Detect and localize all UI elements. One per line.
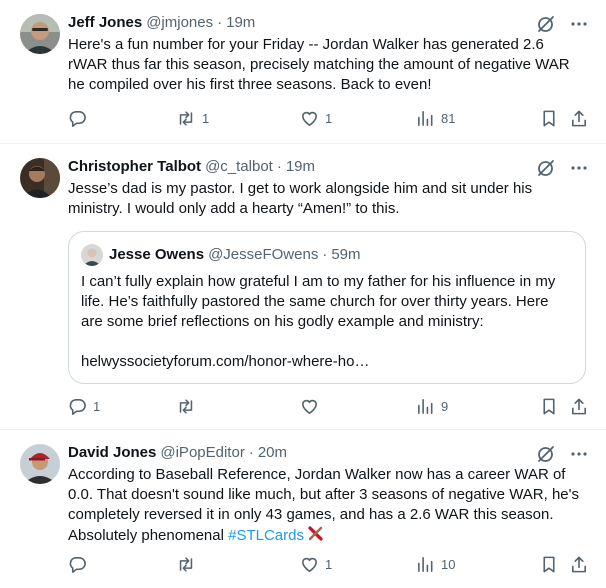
tweet-text: Here's a fun number for your Friday -- J… bbox=[68, 36, 574, 93]
author-name[interactable]: Jeff Jones bbox=[68, 13, 142, 33]
views-count: 81 bbox=[441, 110, 456, 126]
avatar[interactable] bbox=[20, 158, 60, 198]
share-icon bbox=[570, 397, 588, 416]
quoted-avatar[interactable] bbox=[81, 244, 103, 266]
like-button[interactable]: 1 bbox=[300, 555, 416, 574]
views-button[interactable]: 10 bbox=[416, 555, 540, 574]
share-button[interactable] bbox=[570, 109, 588, 128]
bookmark-button[interactable] bbox=[540, 397, 570, 416]
retweet-icon bbox=[176, 397, 196, 416]
tweet-text: According to Baseball Reference, Jordan … bbox=[68, 465, 583, 549]
quoted-author-handle[interactable]: @JesseFOwens bbox=[208, 245, 318, 265]
avatar[interactable] bbox=[20, 14, 60, 54]
like-icon bbox=[300, 109, 319, 128]
avatar[interactable] bbox=[20, 444, 60, 484]
grok-icon[interactable] bbox=[536, 444, 556, 464]
like-icon bbox=[300, 397, 319, 416]
retweet-button[interactable] bbox=[176, 555, 300, 574]
tweet-text: Jesse’s dad is my pastor. I get to work … bbox=[68, 180, 537, 217]
tweet-top-icons bbox=[536, 14, 588, 34]
like-count: 1 bbox=[325, 110, 333, 126]
timestamp[interactable]: 20m bbox=[258, 443, 287, 463]
timestamp[interactable]: 19m bbox=[226, 13, 255, 33]
like-icon bbox=[300, 555, 319, 574]
views-button[interactable]: 81 bbox=[416, 109, 540, 128]
bookmark-button[interactable] bbox=[540, 555, 570, 574]
like-button[interactable] bbox=[300, 397, 416, 416]
quoted-tweet[interactable]: Jesse Owens @JesseFOwens · 59m I can’t f… bbox=[68, 231, 586, 384]
tweet[interactable]: Christopher Talbot @c_talbot · 19m Jesse… bbox=[0, 144, 606, 430]
more-icon[interactable] bbox=[570, 15, 588, 33]
reply-count: 1 bbox=[93, 398, 101, 414]
bat-emoji-icon bbox=[307, 525, 325, 549]
more-icon[interactable] bbox=[570, 159, 588, 177]
tweet-header: David Jones @iPopEditor · 20m bbox=[68, 443, 590, 463]
views-icon bbox=[416, 397, 435, 416]
tweet-header: Christopher Talbot @c_talbot · 19m bbox=[68, 157, 590, 177]
tweet-actions: 1 9 bbox=[68, 396, 588, 416]
reply-button[interactable]: 1 bbox=[68, 397, 176, 416]
grok-icon[interactable] bbox=[536, 14, 556, 34]
timestamp[interactable]: 19m bbox=[286, 157, 315, 177]
author-handle[interactable]: @c_talbot bbox=[205, 157, 273, 177]
timeline-feed: Jeff Jones @jmjones · 19m Here's a fun n… bbox=[0, 0, 606, 588]
tweet-top-icons bbox=[536, 158, 588, 178]
tweet-header: Jeff Jones @jmjones · 19m bbox=[68, 13, 590, 33]
views-icon bbox=[416, 109, 435, 128]
views-button[interactable]: 9 bbox=[416, 397, 540, 416]
tweet[interactable]: David Jones @iPopEditor · 20m According … bbox=[0, 430, 606, 588]
reply-button[interactable] bbox=[68, 555, 176, 574]
quoted-tweet-header: Jesse Owens @JesseFOwens · 59m bbox=[81, 244, 573, 266]
separator-dot: · bbox=[322, 246, 328, 263]
tweet-top-icons bbox=[536, 444, 588, 464]
views-icon bbox=[416, 555, 435, 574]
quoted-author-name[interactable]: Jesse Owens bbox=[109, 245, 204, 265]
like-count: 1 bbox=[325, 556, 333, 572]
tweet[interactable]: Jeff Jones @jmjones · 19m Here's a fun n… bbox=[0, 0, 606, 144]
retweet-button[interactable]: 1 bbox=[176, 109, 300, 128]
bookmark-button[interactable] bbox=[540, 109, 570, 128]
quoted-tweet-link[interactable]: helwyssocietyforum.com/honor-where-ho… bbox=[81, 352, 573, 372]
retweet-button[interactable] bbox=[176, 397, 300, 416]
retweet-icon bbox=[176, 555, 196, 574]
author-name[interactable]: Christopher Talbot bbox=[68, 157, 201, 177]
views-count: 10 bbox=[441, 556, 456, 572]
separator-dot: · bbox=[276, 158, 282, 175]
grok-icon[interactable] bbox=[536, 158, 556, 178]
tweet-actions: 1 1 81 bbox=[68, 108, 588, 128]
separator-dot: · bbox=[248, 444, 254, 461]
bookmark-icon bbox=[540, 555, 558, 574]
quoted-timestamp[interactable]: 59m bbox=[331, 245, 360, 265]
quoted-tweet-text: I can’t fully explain how grateful I am … bbox=[81, 273, 556, 330]
bookmark-icon bbox=[540, 109, 558, 128]
reply-icon bbox=[68, 109, 87, 128]
tweet-actions: 1 10 bbox=[68, 554, 588, 574]
tweet-text-body: According to Baseball Reference, Jordan … bbox=[68, 466, 584, 544]
author-handle[interactable]: @iPopEditor bbox=[160, 443, 244, 463]
share-button[interactable] bbox=[570, 397, 588, 416]
bookmark-icon bbox=[540, 397, 558, 416]
retweet-icon bbox=[176, 109, 196, 128]
reply-icon bbox=[68, 397, 87, 416]
reply-button[interactable] bbox=[68, 109, 176, 128]
more-icon[interactable] bbox=[570, 445, 588, 463]
hashtag-link[interactable]: #STLCards bbox=[228, 527, 304, 544]
reply-icon bbox=[68, 555, 87, 574]
like-button[interactable]: 1 bbox=[300, 109, 416, 128]
author-name[interactable]: David Jones bbox=[68, 443, 156, 463]
share-button[interactable] bbox=[570, 555, 588, 574]
separator-dot: · bbox=[217, 14, 223, 31]
share-icon bbox=[570, 109, 588, 128]
views-count: 9 bbox=[441, 398, 449, 414]
retweet-count: 1 bbox=[202, 110, 210, 126]
author-handle[interactable]: @jmjones bbox=[146, 13, 213, 33]
share-icon bbox=[570, 555, 588, 574]
